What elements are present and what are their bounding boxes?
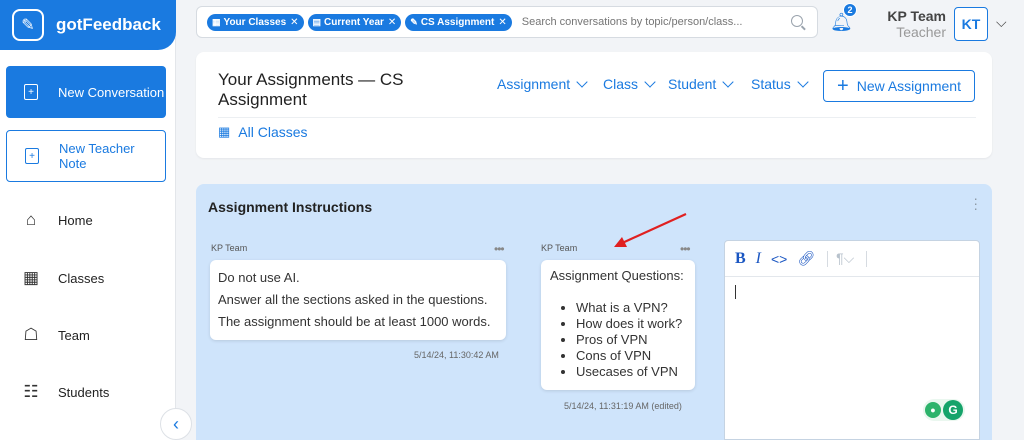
message-line: Answer all the sections asked in the que…	[218, 292, 488, 307]
editor-toolbar: B I <> 🔗︎ ¶⌵	[725, 241, 979, 277]
sidebar-item-classes[interactable]: ▦ Classes	[20, 268, 104, 288]
question-list: What is a VPN? How does it work? Pros of…	[550, 300, 686, 380]
chevron-down-icon	[644, 76, 656, 88]
search-input[interactable]	[521, 16, 772, 28]
search-icon[interactable]	[791, 15, 803, 27]
chip-label: CS Assignment	[420, 16, 495, 28]
sidebar-item-label: Team	[58, 327, 90, 343]
filter-status[interactable]: Status	[751, 76, 809, 92]
close-icon[interactable]: ✕	[290, 17, 298, 28]
more-options-icon[interactable]: •••	[680, 242, 691, 256]
brand-name: gotFeedback	[56, 15, 161, 34]
message-bubble: Do not use AI. Answer all the sections a…	[210, 260, 506, 340]
kebab-menu-icon[interactable]: · · ·	[973, 191, 978, 215]
message-heading: Assignment Questions:	[550, 268, 684, 283]
bold-icon[interactable]: B	[735, 250, 746, 268]
list-item: What is a VPN?	[576, 300, 686, 316]
filter-label: Status	[751, 76, 791, 92]
plus-icon: +	[837, 75, 849, 97]
message-author: KP Team	[211, 243, 248, 253]
new-assignment-label: New Assignment	[856, 78, 961, 94]
user-role: Teacher	[896, 24, 946, 40]
list-item: Cons of VPN	[576, 348, 686, 364]
divider	[866, 250, 868, 267]
assignment-icon: ✎	[410, 16, 418, 27]
all-classes-link[interactable]: ▦ All Classes	[218, 124, 308, 140]
list-item: Pros of VPN	[576, 332, 686, 348]
list-item: Usecases of VPN	[576, 364, 686, 380]
chevron-down-icon	[722, 76, 734, 88]
message-timestamp: 5/14/24, 11:30:42 AM	[414, 350, 499, 360]
assignment-instructions-panel: Assignment Instructions · · · KP Team ••• …	[196, 184, 992, 440]
list-item: How does it work?	[576, 316, 686, 332]
sidebar-item-label: Classes	[58, 270, 105, 286]
message-bubble: Assignment Questions: What is a VPN? How…	[541, 260, 695, 390]
code-icon[interactable]: <>	[771, 251, 787, 267]
sidebar-item-home[interactable]: ⌂ Home	[20, 210, 93, 230]
link-icon[interactable]: 🔗︎	[797, 250, 815, 267]
logo-icon: ✎	[12, 9, 44, 41]
filter-assignment[interactable]: Assignment	[497, 76, 588, 92]
rich-text-editor[interactable]: B I <> 🔗︎ ¶⌵ ● G	[724, 240, 980, 440]
classes-icon: ▦	[218, 124, 231, 139]
filter-class[interactable]: Class	[603, 76, 656, 92]
more-options-icon[interactable]: •••	[494, 242, 505, 256]
chevron-down-icon[interactable]: ⌵	[996, 14, 1007, 31]
classes-icon: ▦	[212, 16, 221, 27]
message-author: KP Team	[541, 243, 578, 253]
avatar[interactable]: KT	[954, 7, 988, 41]
classes-icon: ▦	[22, 268, 40, 287]
filter-chip-current-year[interactable]: ▤ Current Year ✕	[307, 13, 402, 31]
panel-title: Assignment Instructions	[208, 199, 373, 215]
filter-student[interactable]: Student	[668, 76, 734, 92]
close-icon[interactable]: ✕	[388, 17, 396, 28]
sidebar-item-label: Home	[58, 212, 93, 228]
grammarly-widget[interactable]: ● G	[923, 399, 965, 421]
chevron-down-icon	[797, 76, 809, 88]
text-caret	[735, 285, 736, 299]
italic-icon[interactable]: I	[756, 250, 761, 268]
close-icon[interactable]: ✕	[498, 17, 506, 28]
brand-header[interactable]: ✎ gotFeedback	[0, 0, 176, 50]
notification-badge: 2	[843, 3, 857, 17]
grammarly-icon[interactable]: G	[943, 400, 963, 420]
new-teacher-note-label: New Teacher Note	[59, 141, 135, 171]
sidebar-item-label: Students	[58, 384, 110, 400]
all-classes-label: All Classes	[238, 124, 308, 140]
paragraph-format-icon[interactable]: ¶⌵	[836, 250, 854, 267]
sidebar-item-team[interactable]: ☖ Team	[20, 325, 90, 345]
filter-label: Assignment	[497, 76, 571, 92]
search-bar[interactable]: ▦ Your Classes ✕ ▤ Current Year ✕ ✎ CS A…	[196, 6, 818, 38]
assignments-card: Your Assignments — CS Assignment Assignm…	[196, 52, 992, 158]
message-timestamp: 5/14/24, 11:31:19 AM (edited)	[564, 401, 682, 411]
team-icon: ☖	[23, 325, 39, 344]
new-note-icon: +	[25, 148, 39, 164]
user-name: KP Team	[887, 8, 946, 24]
divider	[218, 117, 976, 118]
filter-label: Class	[603, 76, 639, 92]
calendar-icon: ▤	[312, 16, 322, 27]
lightbulb-icon[interactable]: ●	[925, 402, 941, 418]
sidebar: ✎ gotFeedback + New Conversation + New T…	[0, 0, 176, 440]
filter-label: Student	[668, 76, 717, 92]
page-title: Your Assignments — CS Assignment	[218, 70, 404, 109]
chip-label: Current Year	[324, 16, 384, 28]
new-teacher-note-button[interactable]: + New Teacher Note	[6, 130, 166, 182]
sidebar-item-students[interactable]: ☷ Students	[20, 382, 109, 402]
filter-chip-cs-assignment[interactable]: ✎ CS Assignment ✕	[405, 13, 512, 31]
chevron-down-icon	[576, 76, 588, 88]
new-conversation-label: New Conversation	[58, 84, 165, 100]
message-line: The assignment should be at least 1000 w…	[218, 314, 491, 329]
home-icon: ⌂	[25, 210, 37, 229]
chip-label: Your Classes	[223, 16, 287, 28]
filter-chip-your-classes[interactable]: ▦ Your Classes ✕	[207, 13, 304, 31]
message-line: Do not use AI.	[218, 270, 300, 285]
students-icon: ☷	[23, 382, 39, 401]
new-conversation-button[interactable]: + New Conversation	[6, 66, 166, 118]
new-assignment-button[interactable]: + New Assignment	[823, 70, 975, 102]
divider	[827, 250, 829, 267]
new-document-icon: +	[24, 84, 38, 100]
collapse-sidebar-button[interactable]: ‹	[160, 408, 192, 440]
